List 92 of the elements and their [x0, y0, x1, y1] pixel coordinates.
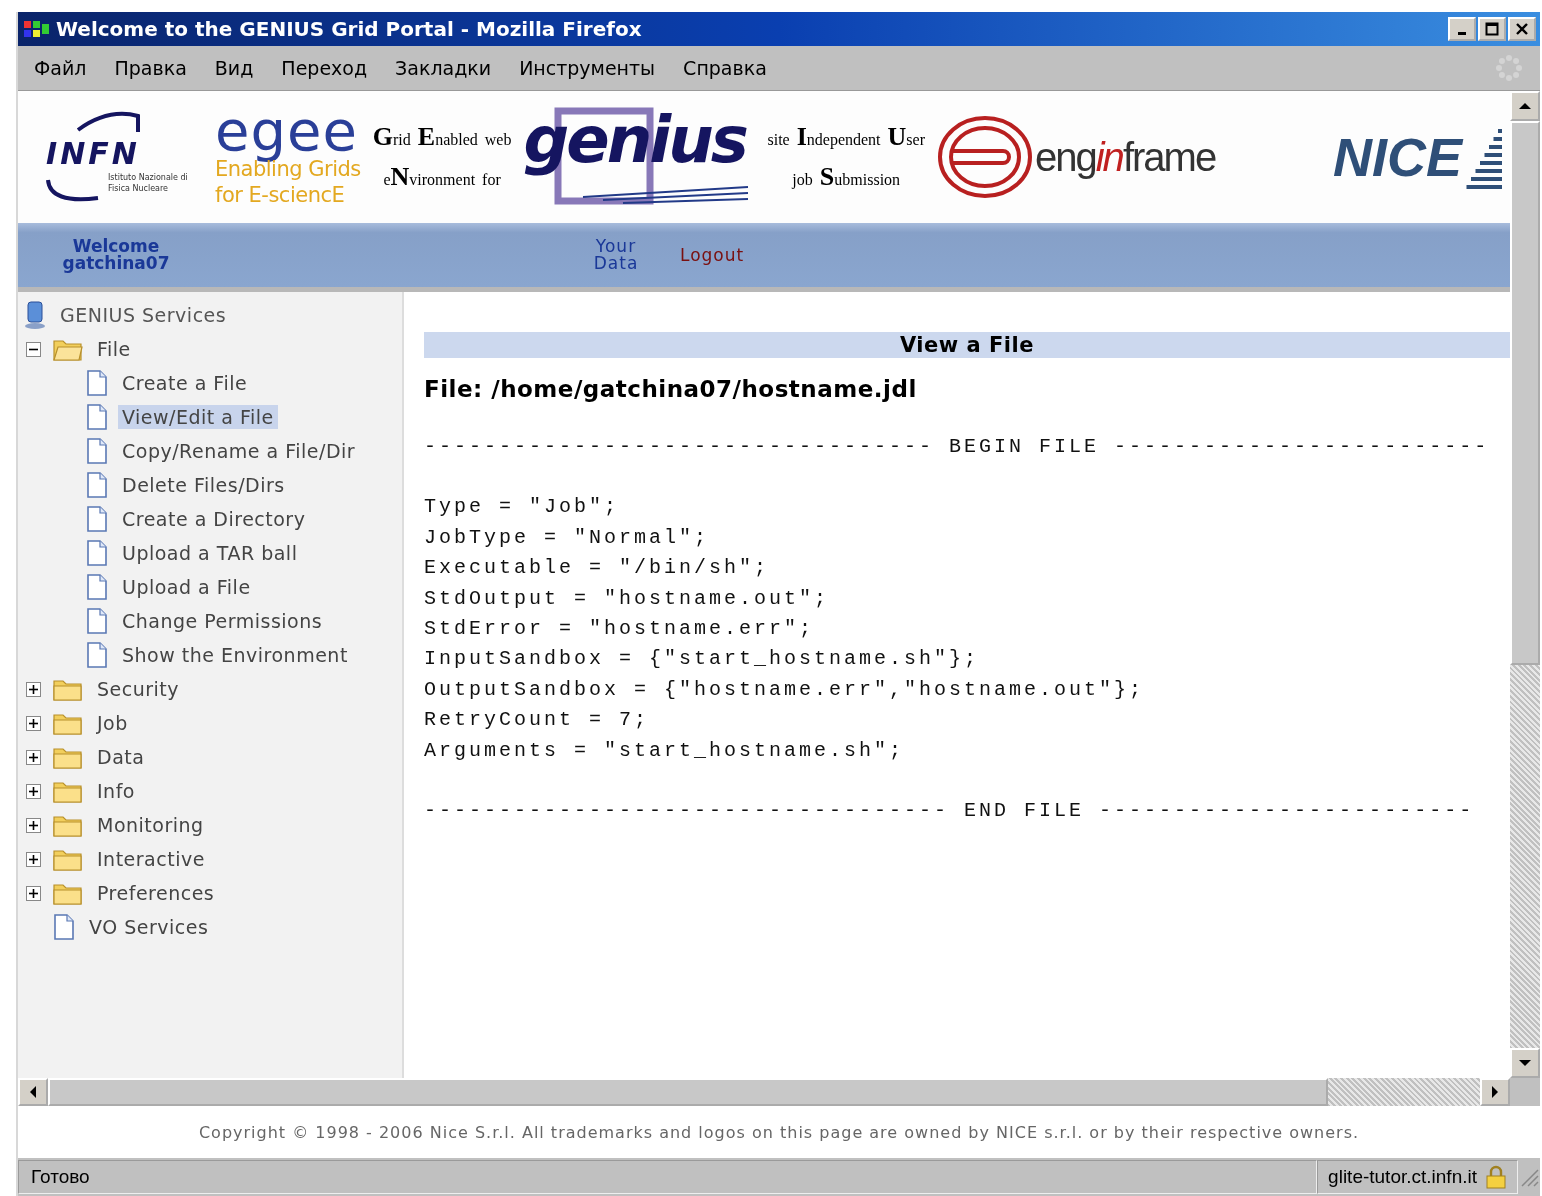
tree-item[interactable]: Upload a TAR ball [118, 541, 302, 565]
acronym-logo: site Independent User job Submission [767, 122, 925, 192]
welcome-text: Welcome gatchina07 [61, 238, 171, 272]
section-heading: View a File [424, 332, 1510, 358]
status-message: Готово [18, 1160, 1318, 1194]
folder-icon [53, 813, 83, 837]
minimize-button[interactable] [1448, 17, 1476, 41]
lock-icon [1485, 1165, 1507, 1189]
tree-item[interactable]: Create a File [118, 371, 252, 395]
document-icon [86, 370, 108, 396]
tree-item[interactable]: Job [93, 711, 132, 735]
document-icon [86, 472, 108, 498]
tree-item[interactable]: Change Permissions [118, 609, 327, 633]
tree-item[interactable]: VO Services [85, 915, 213, 939]
document-icon [86, 574, 108, 600]
expand-icon[interactable] [26, 749, 41, 765]
window-title: Welcome to the GENIUS Grid Portal - Mozilla Firefox [56, 17, 642, 41]
menu-item[interactable]: Переход [281, 57, 368, 79]
document-icon [86, 608, 108, 634]
sidebar-title: GENIUS Services [60, 304, 227, 326]
code-line: StdOutput = "hostname.out"; [424, 585, 831, 612]
code-line: OutputSandbox = {"hostname.err","hostname.out"}; [424, 676, 1146, 703]
expand-icon[interactable] [26, 817, 41, 833]
tree-item[interactable]: Preferences [93, 881, 219, 905]
egee-logo: egee Enabling Grids for E-sciencE [215, 106, 361, 208]
file-begin-marker: ---------------------------------- BEGIN FILE ------------------------- [424, 434, 1491, 460]
file-path: File: /home/gatchina07/hostname.jdl [424, 376, 918, 402]
document-icon [86, 404, 108, 430]
infn-logo: INFN Istituto Nazionale di Fisica Nucleare [38, 102, 203, 212]
menu-item[interactable]: Правка [114, 57, 187, 79]
expand-icon[interactable] [26, 681, 41, 697]
code-line: Arguments = "start_hostname.sh"; [424, 737, 906, 764]
acronym-logo: Grid Enabled web eNvironment for [372, 122, 512, 192]
maximize-button[interactable] [1478, 17, 1506, 41]
right-arrow-icon [1491, 1085, 1499, 1099]
code-line: StdError = "hostname.err"; [424, 616, 816, 643]
code-line: JobType = "Normal"; [424, 524, 711, 551]
tree-item[interactable]: Copy/Rename a File/Dir [118, 439, 360, 463]
copyright-text: Copyright © 1998 - 2006 Nice S.r.l. All trademarks and logos on this page are owned by NICE s.r.l. or by their respective owners. [198, 1122, 1360, 1142]
minimize-icon [1458, 32, 1466, 35]
folder-icon [53, 779, 83, 803]
tree-item[interactable]: Info [93, 779, 139, 803]
tree-item[interactable]: File [93, 337, 135, 361]
tree-item[interactable]: Data [93, 745, 149, 769]
menu-item[interactable]: Вид [214, 57, 254, 79]
menu-item[interactable]: Файл [34, 57, 87, 79]
tree-item[interactable]: Delete Files/Dirs [118, 473, 289, 497]
maximize-icon [1485, 22, 1499, 36]
document-icon [86, 540, 108, 566]
tree-item[interactable]: Create a Directory [118, 507, 310, 531]
host-name: glite-tutor.ct.infn.it [1328, 1166, 1477, 1188]
enginframe-logo: enginframe [937, 115, 1216, 199]
tree-item[interactable]: View/Edit a File [118, 405, 278, 429]
open-folder-icon [53, 337, 83, 361]
expand-icon[interactable] [26, 851, 41, 867]
expand-icon[interactable] [26, 783, 41, 799]
menu-item[interactable]: Инструменты [519, 57, 656, 79]
vertical-scrollbar[interactable] [1510, 91, 1540, 1078]
tree-item[interactable]: Upload a File [118, 575, 255, 599]
collapse-icon[interactable] [26, 341, 41, 357]
folder-icon [53, 745, 83, 769]
code-line: Executable = "/bin/sh"; [424, 555, 771, 582]
folder-icon [53, 677, 83, 701]
tree-item[interactable]: Security [93, 677, 184, 701]
nav-link[interactable]: Your Data [590, 238, 642, 272]
code-line: InputSandbox = {"start_hostname.sh"}; [424, 646, 981, 673]
close-icon [1515, 22, 1529, 36]
document-icon [86, 438, 108, 464]
expand-icon[interactable] [26, 715, 41, 731]
logout-link[interactable]: Logout [680, 246, 745, 264]
document-icon [86, 506, 108, 532]
folder-icon [53, 881, 83, 905]
tree-item[interactable]: Monitoring [93, 813, 208, 837]
document-icon [86, 642, 108, 668]
up-arrow-icon [1518, 102, 1532, 110]
app-icon [22, 18, 52, 40]
computer-icon [22, 300, 48, 330]
expand-icon[interactable] [26, 885, 41, 901]
left-arrow-icon [29, 1085, 37, 1099]
folder-icon [53, 847, 83, 871]
code-line: Type = "Job"; [424, 494, 621, 521]
menu-item[interactable]: Справка [683, 57, 767, 79]
close-button[interactable] [1508, 17, 1536, 41]
tree-item[interactable]: Show the Environment [118, 643, 352, 667]
document-icon [53, 914, 75, 940]
nice-logo: NICE [1333, 121, 1502, 193]
code-line: RetryCount = 7; [424, 707, 651, 734]
tree-item[interactable]: Interactive [93, 847, 209, 871]
menu-item[interactable]: Закладки [395, 57, 492, 79]
folder-icon [53, 711, 83, 735]
file-end-marker: ----------------------------------- END FILE ------------------------- [424, 798, 1476, 825]
down-arrow-icon [1518, 1059, 1532, 1067]
